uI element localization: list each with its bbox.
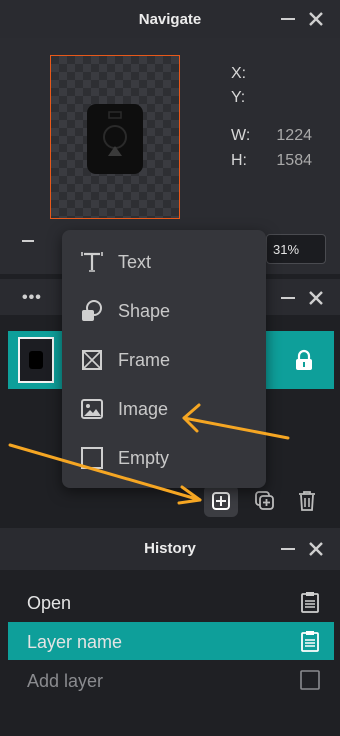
- history-item-label: Add layer: [27, 671, 104, 691]
- h-label: H:: [231, 152, 247, 169]
- history-item-open[interactable]: Open: [8, 583, 334, 621]
- x-label: X:: [231, 65, 247, 82]
- close-icon[interactable]: [306, 9, 326, 29]
- h-value: 1584: [276, 152, 312, 169]
- add-icon: [212, 492, 230, 510]
- menu-item-label: Image: [118, 399, 169, 419]
- preview-object: [87, 104, 143, 174]
- add-layer-menu: Text Shape Frame Image Empty: [62, 230, 266, 488]
- delete-layer-button[interactable]: [290, 485, 324, 517]
- history-item-add-layer[interactable]: Add layer: [8, 661, 334, 699]
- menu-item-frame[interactable]: Frame: [62, 339, 266, 379]
- trash-icon: [299, 491, 315, 511]
- history-item-layer-name[interactable]: Layer name: [8, 622, 334, 660]
- history-item-label: Layer name: [27, 632, 123, 652]
- minimize-icon[interactable]: [278, 9, 298, 29]
- more-options-icon[interactable]: •••: [22, 289, 42, 307]
- menu-item-label: Empty: [118, 448, 170, 468]
- navigator-preview[interactable]: [50, 55, 180, 219]
- menu-item-image[interactable]: Image: [62, 388, 266, 428]
- y-label: Y:: [231, 89, 246, 106]
- menu-item-text[interactable]: Text: [62, 241, 266, 281]
- minimize-icon[interactable]: [278, 539, 298, 559]
- history-panel-header: History: [0, 528, 340, 570]
- menu-item-label: Text: [118, 252, 152, 272]
- menu-item-label: Shape: [118, 301, 171, 321]
- lock-icon[interactable]: [294, 349, 314, 371]
- w-value: 1224: [276, 127, 312, 144]
- shape-icon: [82, 300, 102, 321]
- zoom-out-icon[interactable]: [22, 240, 34, 242]
- history-item-label: Open: [27, 593, 72, 613]
- clipboard-icon: [301, 631, 319, 652]
- add-layer-button[interactable]: [204, 485, 238, 517]
- close-icon[interactable]: [306, 539, 326, 559]
- duplicate-icon: [255, 491, 274, 510]
- empty-icon: [81, 447, 103, 469]
- zoom-input[interactable]: 31%: [266, 234, 326, 264]
- menu-item-label: Frame: [118, 350, 171, 370]
- menu-item-empty[interactable]: Empty: [62, 437, 266, 477]
- menu-item-shape[interactable]: Shape: [62, 290, 266, 330]
- minimize-icon[interactable]: [278, 288, 298, 308]
- duplicate-layer-button[interactable]: [248, 485, 282, 517]
- checkbox-icon: [300, 670, 320, 690]
- image-icon: [81, 399, 103, 419]
- close-icon[interactable]: [306, 288, 326, 308]
- text-icon: [81, 252, 103, 272]
- frame-icon: [82, 350, 102, 370]
- navigate-panel-header: Navigate: [0, 0, 340, 38]
- clipboard-icon: [301, 592, 319, 613]
- layer-thumbnail: [18, 337, 54, 383]
- layer-thumbnail-object: [29, 351, 43, 369]
- w-label: W:: [231, 127, 251, 144]
